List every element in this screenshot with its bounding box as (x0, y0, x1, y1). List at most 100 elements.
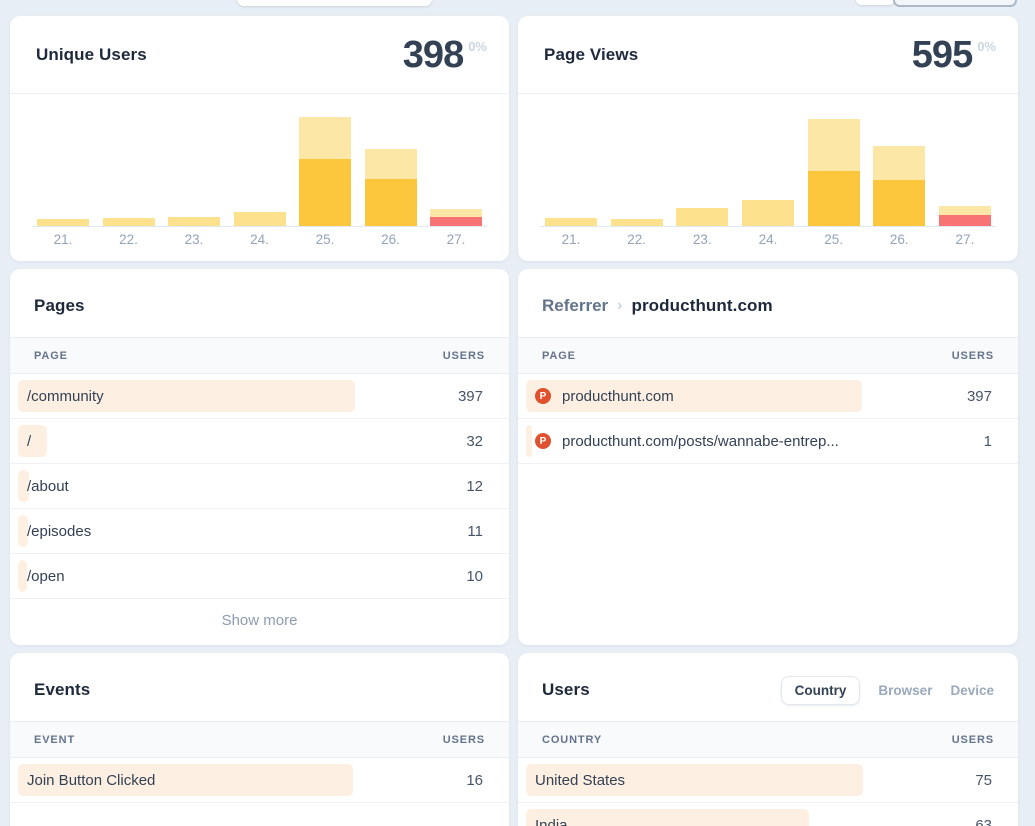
table-row[interactable]: Pproducthunt.com397 (518, 374, 1018, 419)
row-value: 11 (467, 523, 483, 540)
users-tab-country[interactable]: Country (781, 676, 861, 705)
x-tick-label: 26. (365, 232, 417, 247)
users-tab-browser[interactable]: Browser (878, 683, 932, 698)
x-tick-label: 24. (742, 232, 794, 247)
page-views-title: Page Views (544, 45, 638, 65)
users-card: Users CountryBrowserDevice COUNTRY USERS… (518, 653, 1018, 826)
referrer-col-page: PAGE (542, 350, 576, 362)
pages-title: Pages (34, 296, 85, 316)
row-value: 16 (466, 772, 483, 789)
x-tick-label: 23. (676, 232, 728, 247)
unique-users-delta: 0% (468, 39, 487, 54)
x-axis-line (540, 226, 996, 227)
chart-bar-25.[interactable] (808, 119, 860, 227)
row-value-bar (18, 425, 47, 457)
referrer-table-body: Pproducthunt.com397Pproducthunt.com/post… (518, 374, 1018, 464)
row-value-bar (526, 809, 809, 826)
x-tick-label: 25. (808, 232, 860, 247)
bar-segment-amber (808, 171, 860, 227)
x-tick-label: 21. (545, 232, 597, 247)
chart-bar-23.[interactable] (676, 208, 728, 227)
x-axis-line (32, 226, 487, 227)
table-row[interactable]: India63 (518, 803, 1018, 826)
users-table-body: United States 75 India63 (518, 758, 1018, 826)
page-views-x-labels: 21. 22. 23. 24. 25. 26. 27. (518, 227, 1018, 247)
chart-bar-26.[interactable] (365, 149, 417, 227)
x-tick-label: 25. (299, 232, 351, 247)
unique-users-x-labels: 21.22.23.24.25.26.27. (10, 227, 509, 247)
cutoff-date-range-control[interactable] (237, 0, 432, 6)
x-tick-label: 27. (430, 232, 482, 247)
events-col-users: USERS (443, 734, 485, 746)
table-row[interactable]: /32 (10, 419, 509, 464)
table-row[interactable]: /community397 (10, 374, 509, 419)
row-value-bar (18, 560, 27, 592)
bar-segment-light (430, 209, 482, 217)
chart-bar-24.[interactable] (234, 212, 286, 227)
row-label: United States (535, 772, 625, 789)
table-row[interactable]: Join Button Clicked16 (10, 758, 509, 803)
row-value: 1 (984, 433, 992, 450)
x-tick-label: 26. (873, 232, 925, 247)
table-row[interactable]: /episodes11 (10, 509, 509, 554)
cutoff-toolbar-button-group[interactable] (893, 0, 1017, 7)
chart-bar-26.[interactable] (873, 146, 925, 227)
events-card: Events EVENT USERS Join Button Clicked16 (10, 653, 509, 826)
chart-bar-27.[interactable] (430, 209, 482, 227)
x-tick-label: 22. (611, 232, 663, 247)
table-row[interactable]: Pproducthunt.com/posts/wannabe-entrep...… (518, 419, 1018, 464)
row-value: 10 (466, 568, 483, 585)
page-views-delta: 0% (977, 39, 996, 54)
show-more-button[interactable]: Show more (10, 599, 509, 642)
events-col-event: EVENT (34, 734, 75, 746)
page-views-header: Page Views 595 0% (518, 16, 1018, 94)
row-value: 397 (967, 388, 992, 405)
x-tick-label: 21. (37, 232, 89, 247)
table-row[interactable]: /open 10 (10, 554, 509, 599)
pages-table-body: /community397/32/about 12/episodes11/open… (10, 374, 509, 599)
row-label: India (535, 817, 568, 826)
bar-segment-light (939, 206, 991, 215)
producthunt-favicon-icon: P (535, 433, 551, 449)
unique-users-title: Unique Users (36, 45, 147, 65)
page-views-value: 595 (912, 36, 972, 74)
pages-col-page: PAGE (34, 350, 68, 362)
chart-bar-25.[interactable] (299, 117, 351, 227)
x-tick-label: 27. (939, 232, 991, 247)
events-title: Events (34, 680, 90, 700)
referrer-card: Referrer › producthunt.com PAGE USERS Pp… (518, 269, 1018, 645)
bar-segment-light (742, 200, 794, 227)
row-value: 12 (466, 478, 483, 495)
pages-col-users: USERS (443, 350, 485, 362)
bar-segment-amber (299, 159, 351, 227)
breadcrumb-referrer-link[interactable]: Referrer (542, 296, 608, 316)
users-tab-device[interactable]: Device (950, 683, 994, 698)
users-col-country: COUNTRY (542, 734, 602, 746)
bar-segment-amber (365, 179, 417, 227)
chart-bar-24.[interactable] (742, 200, 794, 227)
row-value: 75 (975, 772, 992, 789)
producthunt-favicon-icon: P (535, 388, 551, 404)
referrer-breadcrumb: Referrer › producthunt.com (542, 296, 773, 316)
row-label: /open (27, 568, 65, 585)
cutoff-toolbar-button[interactable] (856, 0, 894, 5)
unique-users-card: Unique Users 398 0% 21.22.23.24.25.26.27… (10, 16, 509, 261)
chevron-right-icon: › (617, 297, 622, 315)
row-label: / (27, 433, 31, 450)
page-views-chart (518, 94, 1018, 227)
row-label: /about (27, 478, 69, 495)
unique-users-chart (10, 94, 509, 227)
referrer-selected-value: producthunt.com (631, 296, 772, 316)
unique-users-value: 398 (403, 36, 463, 74)
row-label: producthunt.com/posts/wannabe-entrep... (562, 433, 839, 450)
table-row[interactable]: /about 12 (10, 464, 509, 509)
bar-segment-light (299, 117, 351, 159)
chart-bar-27.[interactable] (939, 206, 991, 227)
users-tabs: Country Browser Device (781, 676, 994, 705)
pages-card: Pages PAGE USERS /community397/32/about 1… (10, 269, 509, 645)
bar-segment-light (365, 149, 417, 179)
bar-segment-amber (873, 180, 925, 227)
x-tick-label: 24. (234, 232, 286, 247)
table-row[interactable]: United States 75 (518, 758, 1018, 803)
users-title: Users (542, 680, 590, 700)
